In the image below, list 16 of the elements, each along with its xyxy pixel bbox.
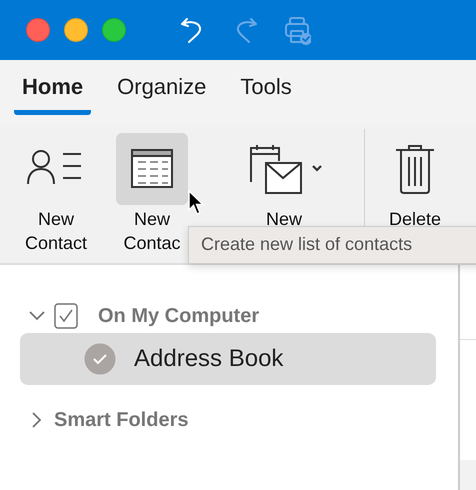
ribbon-label[interactable]: New Contac [123, 207, 181, 255]
chevron-down-icon[interactable] [28, 311, 46, 321]
ribbon-label[interactable]: New Contact [24, 207, 88, 255]
checkbox[interactable] [54, 303, 78, 329]
sidebar-item[interactable]: Address Book [20, 333, 436, 385]
check-circle-icon[interactable] [84, 343, 116, 375]
group-label[interactable]: On My Computer [98, 304, 260, 328]
group-label[interactable]: Smart Folders [54, 408, 188, 432]
ribbon-tab[interactable]: Organize [109, 60, 214, 115]
ribbon-tab[interactable]: Tools [232, 60, 300, 115]
tooltip: Create new list of contacts [188, 226, 476, 264]
footer-bar [460, 460, 476, 490]
minimize-button[interactable] [64, 18, 88, 42]
table-icon[interactable] [116, 133, 188, 205]
cursor-icon [188, 190, 206, 216]
ribbon-tab[interactable]: Home [14, 60, 92, 115]
